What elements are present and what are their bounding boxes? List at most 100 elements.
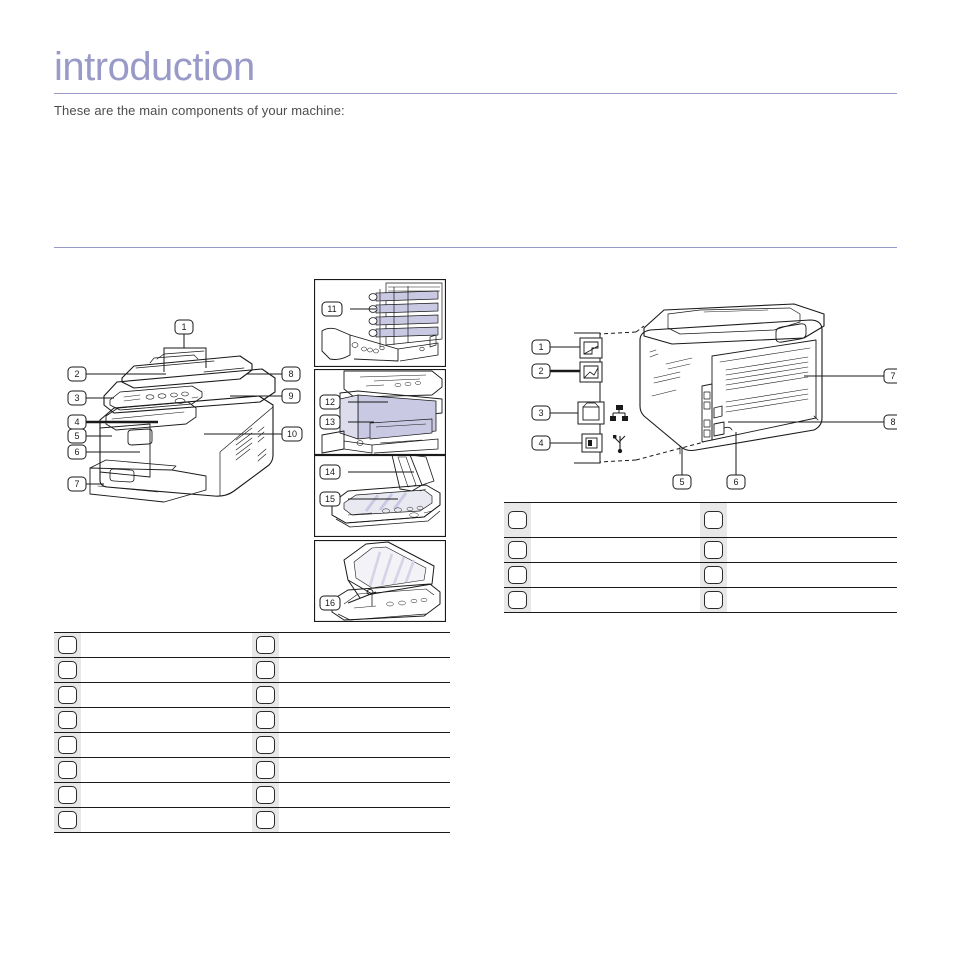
- callout-7: 7: [67, 476, 87, 492]
- rear-legend-left-label: [530, 537, 701, 563]
- svg-text:6: 6: [733, 477, 738, 487]
- callout-10: 10: [281, 426, 303, 442]
- table-row: [54, 757, 450, 783]
- svg-text:14: 14: [325, 467, 335, 477]
- callout-4: 4: [67, 414, 87, 430]
- front-legend-left-label: [80, 632, 252, 658]
- number-bullet-icon: [255, 635, 275, 654]
- rear-legend-right-bullet-cell: [700, 537, 728, 563]
- svg-text:8: 8: [288, 369, 293, 379]
- number-bullet-icon: [255, 810, 275, 829]
- callout-15: 15: [319, 491, 341, 507]
- rear-legend-left-bullet-cell: [504, 587, 531, 613]
- callout-9: 9: [281, 388, 301, 404]
- front-legend-right-label: [278, 757, 450, 783]
- front-legend-left-bullet-cell: [54, 732, 81, 758]
- front-legend-right-label: [278, 657, 450, 683]
- number-bullet-icon: [57, 635, 77, 654]
- front-legend-right-label: [278, 632, 450, 658]
- number-bullet-icon: [255, 785, 275, 804]
- network-glyph-icon: [610, 405, 628, 421]
- front-legend-left-label: [80, 707, 252, 733]
- front-view-figure: 1 2 3 4 5 6 7 8 9 10: [54, 300, 314, 515]
- callout-3: 3: [67, 390, 87, 406]
- number-bullet-icon: [507, 565, 527, 584]
- svg-text:10: 10: [287, 429, 297, 439]
- number-bullet-icon: [57, 810, 77, 829]
- callout-12: 12: [319, 394, 341, 410]
- front-legend-left-label: [80, 682, 252, 708]
- number-bullet-icon: [507, 510, 527, 529]
- svg-text:4: 4: [538, 438, 543, 448]
- number-bullet-icon: [57, 735, 77, 754]
- svg-text:5: 5: [74, 431, 79, 441]
- front-legend-left-label: [80, 807, 252, 833]
- number-bullet-icon: [507, 540, 527, 559]
- rear-legend-left-label: [530, 562, 701, 588]
- callout-8: 8: [281, 366, 301, 382]
- svg-text:16: 16: [325, 598, 335, 608]
- number-bullet-icon: [255, 735, 275, 754]
- callout-14: 14: [319, 464, 341, 480]
- front-legend-right-bullet-cell: [251, 632, 279, 658]
- number-bullet-icon: [255, 710, 275, 729]
- front-legend-left-bullet-cell: [54, 682, 81, 708]
- front-legend-left-label: [80, 757, 252, 783]
- number-bullet-icon: [704, 565, 724, 584]
- table-row: [54, 682, 450, 708]
- front-legend-right-label: [278, 807, 450, 833]
- number-bullet-icon: [57, 785, 77, 804]
- rear-legend-right-bullet-cell: [700, 562, 728, 588]
- rear-legend-right-label: [727, 537, 897, 563]
- callout-13: 13: [319, 414, 341, 430]
- front-legend-right-label: [278, 682, 450, 708]
- svg-text:2: 2: [74, 369, 79, 379]
- front-legend-right-label: [278, 782, 450, 808]
- number-bullet-icon: [704, 510, 724, 529]
- svg-text:6: 6: [74, 447, 79, 457]
- rear-legend-left-bullet-cell: [504, 537, 531, 563]
- front-legend-left-bullet-cell: [54, 632, 81, 658]
- svg-text:5: 5: [679, 477, 684, 487]
- svg-text:13: 13: [325, 417, 335, 427]
- rear-callout-5: 5: [672, 474, 692, 490]
- front-legend-right-bullet-cell: [251, 682, 279, 708]
- number-bullet-icon: [255, 685, 275, 704]
- svg-text:8: 8: [890, 417, 895, 427]
- rear-legend-right-label: [727, 562, 897, 588]
- number-bullet-icon: [255, 760, 275, 779]
- front-legend-right-bullet-cell: [251, 707, 279, 733]
- rear-legend-table: [504, 502, 897, 613]
- title-underline: [54, 93, 897, 94]
- number-bullet-icon: [255, 660, 275, 679]
- detail-panel-adf-tray: 16: [314, 540, 446, 622]
- svg-text:7: 7: [890, 371, 895, 381]
- svg-text:7: 7: [74, 479, 79, 489]
- front-legend-right-bullet-cell: [251, 757, 279, 783]
- rear-legend-left-label: [530, 502, 701, 538]
- ext-port-icon: [579, 361, 603, 383]
- svg-text:12: 12: [325, 397, 335, 407]
- rear-legend-right-label: [727, 587, 897, 613]
- svg-text:2: 2: [538, 366, 543, 376]
- table-row: [54, 807, 450, 833]
- table-row: [54, 632, 450, 658]
- callout-1: 1: [174, 319, 194, 335]
- front-legend-left-bullet-cell: [54, 657, 81, 683]
- table-row: [54, 657, 450, 683]
- front-legend-left-bullet-cell: [54, 807, 81, 833]
- number-bullet-icon: [57, 710, 77, 729]
- svg-text:1: 1: [538, 342, 543, 352]
- rear-view-figure: 1 2 3 4 5 6 7 8: [504, 300, 897, 495]
- front-legend-left-bullet-cell: [54, 757, 81, 783]
- svg-text:3: 3: [538, 408, 543, 418]
- rear-callout-1: 1: [531, 339, 551, 355]
- rear-legend-left-label: [530, 587, 701, 613]
- svg-text:1: 1: [181, 322, 186, 332]
- rear-legend-left-bullet-cell: [504, 502, 531, 538]
- rear-legend-right-bullet-cell: [700, 587, 728, 613]
- detail-panel-front-cover: 12 13: [314, 369, 446, 455]
- table-row: [504, 502, 897, 538]
- svg-text:11: 11: [327, 304, 336, 314]
- usb-glyph-icon: [613, 435, 626, 454]
